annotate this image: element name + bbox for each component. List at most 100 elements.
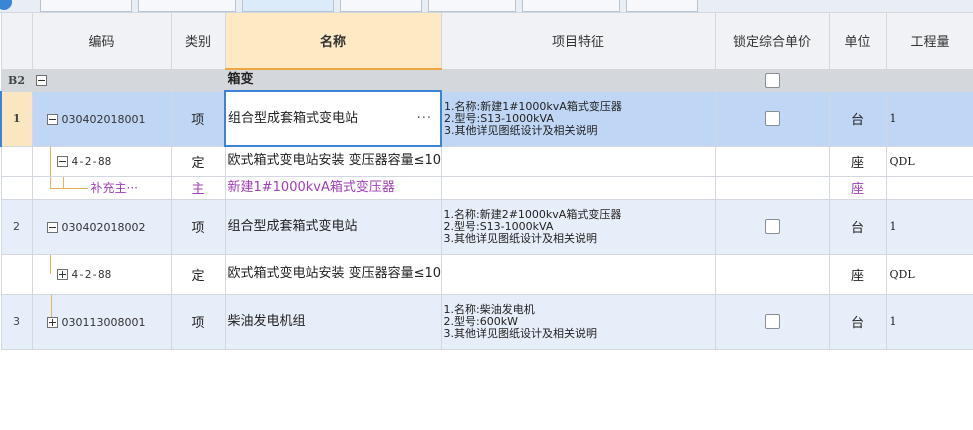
lock-price-cell (714, 253, 830, 295)
type-cell[interactable]: 定 (170, 253, 226, 295)
table-row[interactable]: 4-2-88 定 欧式箱式变电站安装 变压器容量≤1000kV·A 座 QDL (0, 253, 973, 295)
more-icon[interactable]: ··· (417, 111, 432, 126)
feature-cell[interactable]: 1.名称:新建1#1000kvA箱式变压器 2.型号:S13-1000kVA 3… (440, 90, 716, 147)
row-number: 3 (0, 293, 33, 350)
name-cell[interactable]: 柴油发电机组 (224, 293, 442, 350)
unit-cell[interactable]: 台 (828, 198, 887, 255)
column-header-unit[interactable]: 单位 (828, 12, 887, 70)
table-row[interactable]: 3 030113008001 项 柴油发电机组 1.名称:柴油发电机 2.型号:… (0, 293, 973, 350)
quantity-cell[interactable]: 1 (885, 293, 973, 350)
header-row: 编码 类别 名称 项目特征 锁定综合单价 单位 工程量 (0, 12, 973, 70)
code-cell[interactable]: 补充主··· (31, 175, 172, 200)
unit-cell[interactable]: 台 (828, 293, 887, 350)
section-row[interactable]: B2 箱变 (0, 68, 973, 92)
toolbar-tab-6[interactable] (522, 0, 620, 12)
code-cell[interactable]: 4-2-88 (31, 145, 172, 177)
code-cell (31, 68, 172, 92)
feature-cell[interactable] (440, 145, 716, 177)
column-header-lock-price[interactable]: 锁定综合单价 (714, 12, 830, 70)
toolbar-tab-1[interactable] (40, 0, 132, 12)
unit-cell[interactable]: 台 (828, 90, 887, 147)
collapse-icon[interactable] (56, 156, 68, 167)
type-cell[interactable]: 项 (170, 90, 226, 147)
lock-price-checkbox[interactable] (764, 111, 780, 126)
collapse-icon[interactable] (46, 221, 58, 233)
name-cell[interactable]: 组合型成套箱式变电站 ··· (224, 90, 442, 147)
feature-cell[interactable]: 1.名称:新建2#1000kvA箱式变压器 2.型号:S13-1000kVA 3… (440, 198, 716, 255)
feature-line: 3.其他详见图纸设计及相关说明 (443, 231, 598, 245)
toolbar-tab-4[interactable] (340, 0, 422, 12)
collapse-icon[interactable] (35, 75, 47, 86)
toolbar-tab-2[interactable] (138, 0, 236, 12)
name-cell[interactable]: 欧式箱式变电站安装 变压器容量≤1000kV·A (224, 145, 442, 177)
feature-cell[interactable] (440, 253, 716, 295)
quantity-cell[interactable]: 1 (885, 90, 973, 147)
type-cell[interactable]: 定 (170, 145, 226, 177)
quantity-cell (885, 68, 973, 92)
feature-line: 1.名称:新建1#1000kvA箱式变压器 (444, 99, 622, 113)
material-code: 补充主··· (90, 181, 138, 195)
lock-price-cell (714, 90, 830, 147)
unit-cell[interactable]: 座 (828, 145, 887, 177)
section-name[interactable]: 箱变 (224, 68, 442, 92)
type-cell (170, 68, 226, 92)
feature-line: 3.其他详见图纸设计及相关说明 (443, 326, 598, 340)
name-cell[interactable]: 组合型成套箱式变电站 (224, 198, 442, 255)
type-cell[interactable]: 主 (170, 175, 226, 200)
lock-price-cell (714, 198, 830, 255)
column-header-name[interactable]: 名称 (224, 12, 442, 70)
quantity-cell[interactable]: QDL (885, 145, 973, 177)
row-number: B2 (0, 68, 33, 92)
row-number (0, 253, 33, 295)
code-cell[interactable]: 4-2-88 (31, 253, 172, 295)
table-row[interactable]: 补充主··· 主 新建1#1000kvA箱式变压器 座 (0, 175, 973, 200)
tree-line (62, 177, 64, 189)
toolbar-tab-5[interactable] (428, 0, 516, 12)
code-cell[interactable]: 030113008001 (31, 293, 172, 350)
table-row[interactable]: 1 030402018001 项 组合型成套箱式变电站 ··· 1.名称:新建1#… (0, 90, 973, 147)
feature-line: 1.名称:新建2#1000kvA箱式变压器 (443, 207, 622, 221)
code-cell[interactable]: 030402018001 (31, 90, 172, 147)
code-cell[interactable]: 030402018002 (31, 198, 172, 255)
item-code: 030402018001 (61, 112, 146, 126)
name-cell[interactable]: 新建1#1000kvA箱式变压器 (224, 175, 442, 200)
row-number: 2 (0, 198, 33, 255)
lock-price-cell (714, 175, 830, 200)
lock-price-checkbox[interactable] (764, 72, 780, 88)
expand-icon[interactable] (56, 269, 68, 280)
item-code: 030113008001 (61, 315, 146, 329)
toolbar-tab-3[interactable] (242, 0, 334, 12)
item-name: 组合型成套箱式变电站 (228, 110, 359, 126)
type-cell[interactable]: 项 (170, 198, 226, 255)
feature-cell[interactable] (440, 175, 716, 200)
feature-cell (440, 68, 716, 92)
collapse-icon[interactable] (46, 113, 58, 125)
unit-cell[interactable]: 座 (828, 253, 887, 295)
row-number-header[interactable] (0, 12, 33, 70)
table-row[interactable]: 2 030402018002 项 组合型成套箱式变电站 1.名称:新建2#100… (0, 198, 973, 255)
lock-price-checkbox[interactable] (764, 314, 780, 329)
quantity-cell[interactable]: QDL (885, 253, 973, 295)
type-cell[interactable]: 项 (170, 293, 226, 350)
column-header-code[interactable]: 编码 (31, 12, 172, 70)
lock-price-checkbox[interactable] (764, 219, 780, 234)
feature-cell[interactable]: 1.名称:柴油发电机 2.型号:600kW 3.其他详见图纸设计及相关说明 (440, 293, 716, 350)
quota-code: 4-2-88 (71, 268, 112, 281)
row-number (0, 175, 33, 200)
row-number: 1 (0, 90, 33, 147)
column-header-feature[interactable]: 项目特征 (440, 12, 716, 70)
quantity-cell[interactable]: 1 (885, 198, 973, 255)
toolbar-tab-7[interactable] (626, 0, 698, 12)
column-header-type[interactable]: 类别 (170, 12, 226, 70)
unit-cell[interactable]: 座 (828, 175, 887, 200)
table-row[interactable]: 4-2-88 定 欧式箱式变电站安装 变压器容量≤1000kV·A 座 QDL (0, 145, 973, 177)
app-logo-icon (0, 0, 12, 10)
feature-line: 2.型号:600kW (443, 314, 518, 328)
column-header-quantity[interactable]: 工程量 (885, 12, 973, 70)
expand-icon[interactable] (46, 316, 58, 328)
unit-cell (828, 68, 887, 92)
tree-line (49, 187, 88, 189)
name-cell[interactable]: 欧式箱式变电站安装 变压器容量≤1000kV·A (224, 253, 442, 295)
feature-line: 2.型号:S13-1000kVA (443, 219, 554, 233)
quantity-cell[interactable] (885, 175, 973, 200)
